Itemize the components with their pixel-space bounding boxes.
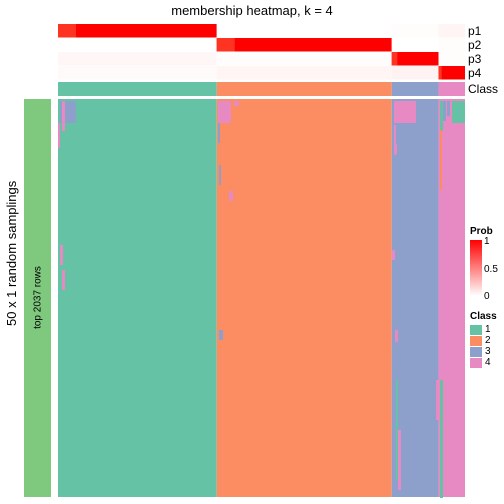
prob-cell-p3-class-1 (58, 52, 217, 66)
prob-cell-p1-class-2 (216, 24, 392, 38)
prob-cell-p1-class-4 (438, 24, 465, 38)
heatmap-streak (443, 101, 446, 121)
prob-cell-p1-class-1 (58, 24, 217, 38)
prob-cell-p4-class-1 (58, 66, 217, 80)
prob-cell-p2-class-3 (391, 38, 439, 52)
heatmap-svg (24, 24, 482, 498)
row-split-label: top 2037 rows (32, 266, 44, 329)
class-annot-cell-2 (216, 82, 392, 96)
heatmap-streak (58, 123, 60, 148)
heatmap-streak (60, 245, 63, 265)
prob-legend-tick-05: 0.5 (484, 264, 498, 275)
heatmap-streak (219, 165, 221, 185)
heatmap-streak (395, 330, 398, 342)
heatmap-streak (392, 250, 395, 260)
heatmap-streak (62, 101, 65, 131)
heatmap-streak (62, 270, 65, 290)
row-label-p3: p3 (468, 52, 482, 66)
heatmap-streak (395, 144, 397, 154)
heatmap-streak (436, 380, 439, 420)
class-legend-swatch (470, 358, 482, 368)
row-label-p4: p4 (468, 66, 482, 80)
heatmap-streak (218, 123, 220, 143)
class-annot-cell-1 (58, 82, 217, 96)
heatmap-streak (452, 101, 465, 123)
prob-cell-p3-class-3 (391, 52, 439, 66)
class-legend-label: 2 (485, 335, 491, 346)
heatmap-streak (394, 101, 416, 123)
row-label-p1: p1 (468, 24, 482, 38)
row-label-p2: p2 (468, 38, 482, 52)
row-label-class: Class (468, 82, 499, 96)
prob-cell-edge-p1 (58, 24, 76, 38)
prob-cell-p4-class-3 (391, 66, 439, 80)
heatmap-streak (440, 380, 443, 498)
prob-cell-p1-class-3 (391, 24, 439, 38)
prob-cell-p2-class-1 (58, 38, 217, 52)
class-legend-title: Class (470, 311, 497, 322)
class-annot-cell-3 (391, 82, 439, 96)
prob-cell-edge-p3 (391, 52, 398, 66)
heatmap-streak (218, 101, 231, 123)
class-legend-swatch (470, 325, 482, 335)
prob-cell-p2-class-4 (438, 38, 465, 52)
prob-cell-p3-class-4 (438, 52, 465, 66)
class-legend-swatch (470, 336, 482, 346)
heatmap-streak (396, 380, 398, 480)
heatmap-streak (229, 191, 233, 201)
heatmap-block-class-1 (58, 99, 217, 497)
heatmap-streak (219, 330, 223, 340)
class-legend-label: 1 (485, 324, 491, 335)
heatmap-streak (440, 101, 443, 131)
heatmap-streak (234, 101, 239, 106)
prob-cell-p4-class-2 (216, 66, 392, 80)
class-legend-label: 3 (485, 346, 491, 357)
prob-cell-p3-class-2 (216, 52, 392, 66)
class-legend-swatch (470, 347, 482, 357)
heatmap-streak (447, 101, 450, 116)
heatmap-block-class-2 (216, 99, 392, 497)
heatmap-streak (398, 430, 401, 490)
prob-legend-tick-0: 0 (484, 291, 490, 302)
class-legend-label: 4 (485, 357, 491, 368)
prob-cell-p2-class-2 (216, 38, 392, 52)
prob-legend-tick-1: 1 (484, 236, 490, 247)
prob-cell-p4-class-4 (438, 66, 465, 80)
prob-cell-edge-p4 (438, 66, 442, 80)
prob-cell-edge-p2 (216, 38, 235, 52)
y-axis-label: 50 x 1 random samplings (4, 180, 19, 326)
prob-legend-gradient (470, 240, 482, 296)
class-annot-cell-4 (438, 82, 465, 96)
heatmap-streak (440, 130, 442, 190)
